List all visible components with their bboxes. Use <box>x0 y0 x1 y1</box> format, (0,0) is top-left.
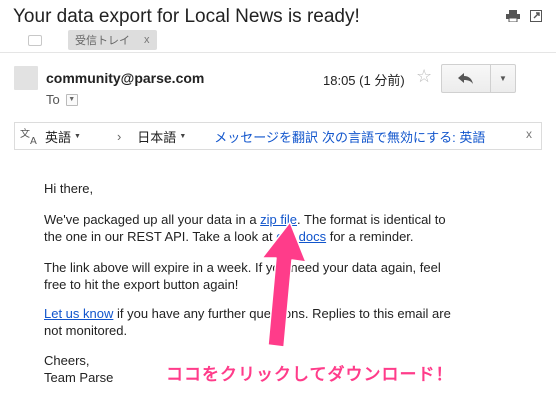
translate-message-link[interactable]: メッセージを翻訳 <box>214 127 318 146</box>
show-details-button[interactable]: ▼ <box>65 93 78 106</box>
chevron-down-icon: ▼ <box>499 74 507 83</box>
new-window-icon[interactable] <box>530 10 542 22</box>
label-tag-icon[interactable] <box>28 34 42 46</box>
signature: Team Parse <box>44 370 114 385</box>
sender-address[interactable]: community@parse.com <box>46 70 204 86</box>
svg-text:A: A <box>30 136 37 145</box>
avatar <box>14 66 38 90</box>
reply-icon <box>458 73 473 84</box>
contact-link[interactable]: Let us know <box>44 306 113 321</box>
text: free to hit the export button again! <box>44 277 239 292</box>
text: for a reminder. <box>326 229 414 244</box>
text: not monitored. <box>44 323 128 338</box>
divider <box>0 52 556 53</box>
docs-link[interactable]: our docs <box>276 229 326 244</box>
translate-bar: 文 A 英語 ▼ › 日本語 ▼ メッセージを翻訳 次の言語で無効にする: 英語… <box>14 122 542 150</box>
reply-button-group: ▼ <box>441 64 516 93</box>
chevron-down-icon: ▼ <box>74 132 81 140</box>
text: . The format is identical to <box>297 212 446 227</box>
recipient-line: To ▼ <box>46 92 78 107</box>
chevron-down-icon: ▼ <box>179 132 187 140</box>
text: We've packaged up all your data in a <box>44 212 261 227</box>
target-language-label: 日本語 <box>137 129 177 145</box>
more-actions-button[interactable]: ▼ <box>491 65 515 92</box>
closing: Cheers, Team Parse <box>44 352 113 386</box>
paragraph-2: The link above will expire in a week. If… <box>44 259 441 293</box>
to-label: To <box>46 92 60 107</box>
source-language-select[interactable]: 英語 ▼ <box>45 127 81 146</box>
text: The link above will expire in a week. If… <box>44 260 441 275</box>
disable-translation-link[interactable]: 次の言語で無効にする: 英語 <box>322 127 485 146</box>
close-icon[interactable]: x <box>526 127 532 141</box>
annotation-arrow <box>261 221 307 348</box>
zip-file-link[interactable]: zip file <box>260 212 297 227</box>
reply-button[interactable] <box>442 65 491 92</box>
text: the one in our REST API. Take a look at <box>44 229 277 244</box>
closing-line: Cheers, <box>44 353 90 368</box>
remove-label-button[interactable]: x <box>144 34 150 46</box>
arrow-right-icon: › <box>116 128 122 144</box>
annotation-text: ココをクリックしてダウンロード！ <box>166 365 454 384</box>
print-icon[interactable] <box>506 10 520 22</box>
label-row: 受信トレイ x <box>28 30 157 50</box>
inbox-label-chip: 受信トレイ x <box>68 30 157 50</box>
inbox-label: 受信トレイ <box>75 35 130 47</box>
greeting: Hi there, <box>44 181 94 196</box>
source-language-label: 英語 <box>45 129 72 145</box>
svg-text:文: 文 <box>20 127 30 140</box>
translate-icon: 文 A <box>15 127 45 145</box>
text: if you have any further questions. Repli… <box>113 306 451 321</box>
header-actions <box>506 10 542 22</box>
message-time: 18:05 (1 分前) <box>323 73 405 88</box>
paragraph-3: Let us know if you have any further ques… <box>44 305 451 339</box>
email-subject: Your data export for Local News is ready… <box>13 6 360 27</box>
paragraph-1: We've packaged up all your data in a zip… <box>44 211 446 245</box>
target-language-select[interactable]: 日本語 ▼ <box>137 127 186 146</box>
star-icon[interactable]: ☆ <box>416 66 432 87</box>
